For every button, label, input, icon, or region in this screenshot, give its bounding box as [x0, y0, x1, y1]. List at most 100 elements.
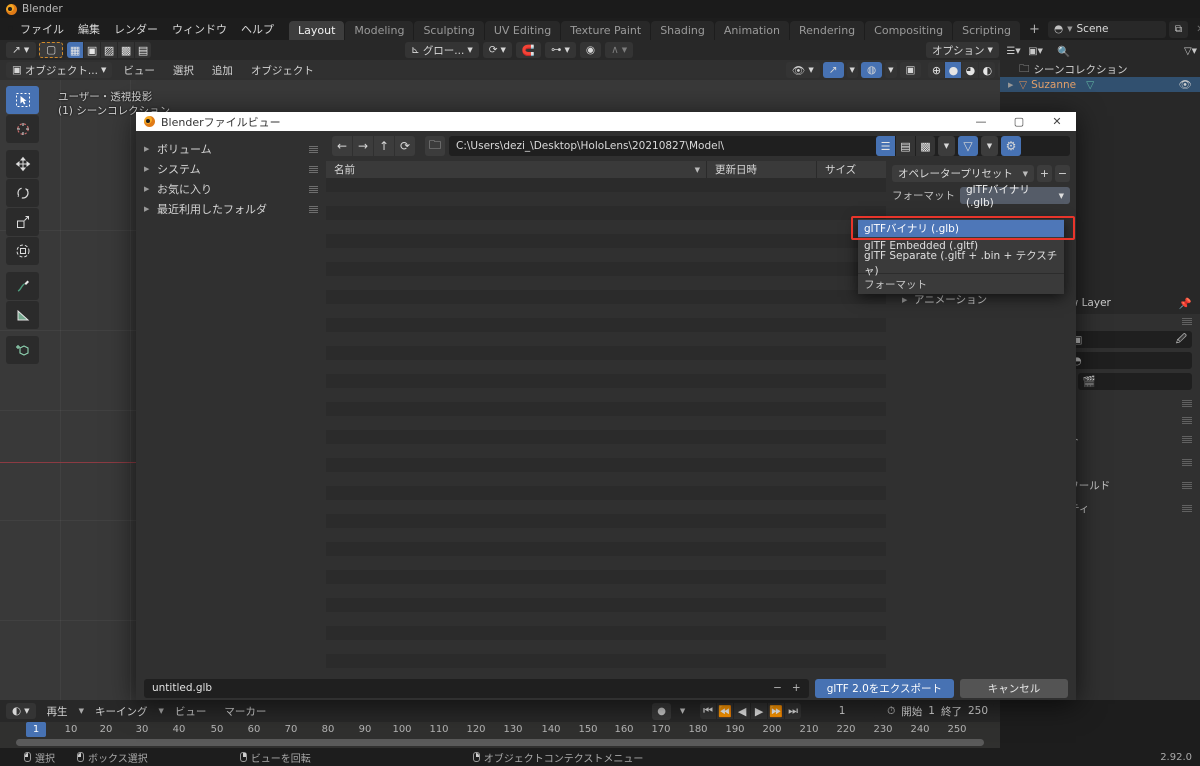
- viewport-menu-add[interactable]: 追加: [205, 63, 240, 78]
- viewport-options-menu[interactable]: オプション ▼: [926, 42, 999, 58]
- transform-tool[interactable]: [6, 237, 39, 265]
- thumbnail-view-icon[interactable]: ▩: [916, 136, 935, 156]
- viewport-menu-select[interactable]: 選択: [166, 63, 201, 78]
- filename-increment[interactable]: +: [792, 682, 801, 694]
- select-intersect-icon[interactable]: ▤: [135, 42, 152, 58]
- add-preset-button[interactable]: +: [1037, 165, 1052, 182]
- filename-decrement[interactable]: −: [773, 682, 782, 694]
- proportional-edit-icon[interactable]: ◉: [579, 42, 602, 58]
- eyedropper-icon[interactable]: 🖉: [1176, 331, 1187, 349]
- filter-icon[interactable]: ▽: [958, 136, 978, 156]
- refresh-icon[interactable]: ⟳: [395, 136, 415, 156]
- tab-compositing[interactable]: Compositing: [865, 21, 953, 40]
- disclosure-icon[interactable]: ▶: [144, 185, 151, 193]
- camera-field[interactable]: ▣ 🖉: [1067, 331, 1192, 349]
- tab-scripting[interactable]: Scripting: [953, 21, 1021, 40]
- sidebar-item-favorites[interactable]: ▶ お気に入り: [136, 179, 326, 199]
- shading-solid-icon[interactable]: ●: [945, 62, 962, 78]
- detail-view-icon[interactable]: ▤: [896, 136, 915, 156]
- proportional-falloff-selector[interactable]: ∧ ▼: [605, 42, 634, 58]
- visibility-eye-icon[interactable]: 👁: [1179, 78, 1192, 91]
- disclosure-icon[interactable]: ▶: [144, 165, 151, 173]
- view-mode-dropdown-icon[interactable]: ▼: [938, 136, 955, 156]
- sidebar-item-system[interactable]: ▶ システム: [136, 159, 326, 179]
- tab-rendering[interactable]: Rendering: [789, 21, 865, 40]
- column-header-size[interactable]: サイズ: [816, 161, 886, 178]
- play-icon[interactable]: ▶: [751, 703, 768, 719]
- outliner-filter-icon[interactable]: ▽ ▼: [1181, 42, 1200, 60]
- menu-file[interactable]: ファイル: [13, 18, 71, 40]
- timeline-ruler[interactable]: 1 10 20 30 40 50 60 70 80 90 100 110 120…: [0, 722, 1000, 738]
- select-set-icon[interactable]: ▦: [67, 42, 84, 58]
- delete-scene-button[interactable]: ✕: [1191, 21, 1200, 38]
- start-frame-value[interactable]: 1: [928, 705, 935, 717]
- tab-texture-paint[interactable]: Texture Paint: [561, 21, 651, 40]
- menu-window[interactable]: ウィンドウ: [165, 18, 234, 40]
- outliner-search-input[interactable]: 🔍: [1051, 42, 1175, 60]
- format-selector[interactable]: glTFバイナリ (.glb) ▼: [960, 184, 1070, 209]
- xray-icon[interactable]: ▣: [899, 62, 922, 78]
- jump-end-icon[interactable]: ⏭: [785, 703, 802, 719]
- outliner-row-scene-collection[interactable]: 🗀 シーンコレクション: [1000, 62, 1200, 77]
- disclosure-icon[interactable]: ▶: [1008, 81, 1015, 89]
- render-field[interactable]: ◓: [1067, 352, 1192, 369]
- filter-dropdown-icon[interactable]: ▼: [981, 136, 998, 156]
- annotate-tool[interactable]: [6, 272, 39, 300]
- timeline-editor-type-icon[interactable]: ◐ ▼: [6, 703, 36, 719]
- shading-rendered-icon[interactable]: ◐: [979, 62, 996, 78]
- add-workspace-button[interactable]: +: [1021, 19, 1048, 40]
- visibility-icon[interactable]: 👁 ▼: [786, 62, 820, 78]
- timeline-playhead[interactable]: 1: [26, 722, 46, 737]
- timeline-marker-menu[interactable]: マーカー: [217, 704, 273, 719]
- shading-wireframe-icon[interactable]: ⊕: [928, 62, 945, 78]
- list-view-icon[interactable]: ☰: [876, 136, 895, 156]
- measure-tool[interactable]: [6, 301, 39, 329]
- output-field[interactable]: 🎬: [1077, 373, 1192, 390]
- menu-help[interactable]: ヘルプ: [234, 18, 281, 40]
- prev-keyframe-icon[interactable]: ⏪: [717, 703, 734, 719]
- select-invert-icon[interactable]: ▩: [118, 42, 135, 58]
- column-header-modified[interactable]: 更新日時: [706, 161, 816, 178]
- export-button[interactable]: glTF 2.0をエクスポート: [814, 678, 954, 698]
- transform-orientation-selector[interactable]: ⊾ グロー... ▼: [405, 42, 479, 58]
- outliner-display-mode-icon[interactable]: ▣ ▼: [1026, 42, 1045, 60]
- cancel-button[interactable]: キャンセル: [960, 678, 1068, 698]
- current-frame-field[interactable]: 1: [809, 702, 876, 720]
- outliner-editor-type-icon[interactable]: ☰ ▼: [1004, 42, 1023, 60]
- gizmo-icon[interactable]: ↗: [822, 62, 844, 78]
- outliner-row-suzanne[interactable]: ▶ ▽ Suzanne ▽ 👁: [1000, 77, 1200, 92]
- gear-icon[interactable]: ⚙: [1001, 136, 1021, 156]
- tab-sculpting[interactable]: Sculpting: [414, 21, 484, 40]
- gizmo-dropdown-icon[interactable]: ▼: [846, 62, 858, 78]
- remove-preset-button[interactable]: −: [1055, 165, 1070, 182]
- next-keyframe-icon[interactable]: ⏩: [768, 703, 785, 719]
- disclosure-icon[interactable]: ▶: [144, 205, 151, 213]
- timeline-playback-menu[interactable]: 再生: [40, 704, 75, 719]
- tab-uv-editing[interactable]: UV Editing: [484, 21, 561, 40]
- filename-input[interactable]: untitled.glb − +: [144, 678, 809, 698]
- add-cube-tool[interactable]: [6, 336, 39, 364]
- sidebar-item-recent[interactable]: ▶ 最近利用したフォルダ: [136, 199, 326, 219]
- close-icon[interactable]: ✕: [1038, 112, 1076, 131]
- pin-icon[interactable]: 📌: [1179, 297, 1192, 310]
- rotate-tool[interactable]: [6, 179, 39, 207]
- snap-target-selector[interactable]: ⊶ ▼: [545, 42, 576, 58]
- sort-desc-icon[interactable]: ▼: [695, 166, 700, 174]
- tab-modeling[interactable]: Modeling: [345, 21, 414, 40]
- timeline-body[interactable]: 1 10 20 30 40 50 60 70 80 90 100 110 120…: [0, 722, 1000, 748]
- column-header-name[interactable]: 名前 ▼: [326, 161, 706, 178]
- overlays-dropdown-icon[interactable]: ▼: [885, 62, 897, 78]
- timeline-scrollbar[interactable]: [16, 739, 984, 746]
- select-box-indicator[interactable]: ▢: [39, 42, 64, 58]
- maximize-icon[interactable]: ▢: [1000, 112, 1038, 131]
- select-extend-icon[interactable]: ▣: [84, 42, 101, 58]
- file-list[interactable]: [326, 178, 886, 676]
- timeline-view-menu[interactable]: ビュー: [168, 704, 214, 719]
- select-subtract-icon[interactable]: ▨: [101, 42, 118, 58]
- operator-preset-selector[interactable]: オペレータープリセット ▼: [892, 165, 1034, 182]
- object-mode-selector[interactable]: ▣ オブジェクト... ▼: [6, 62, 113, 78]
- jump-start-icon[interactable]: ⏮: [700, 703, 717, 719]
- tab-shading[interactable]: Shading: [651, 21, 714, 40]
- up-icon[interactable]: ↑: [374, 136, 394, 156]
- viewport-menu-object[interactable]: オブジェクト: [244, 63, 321, 78]
